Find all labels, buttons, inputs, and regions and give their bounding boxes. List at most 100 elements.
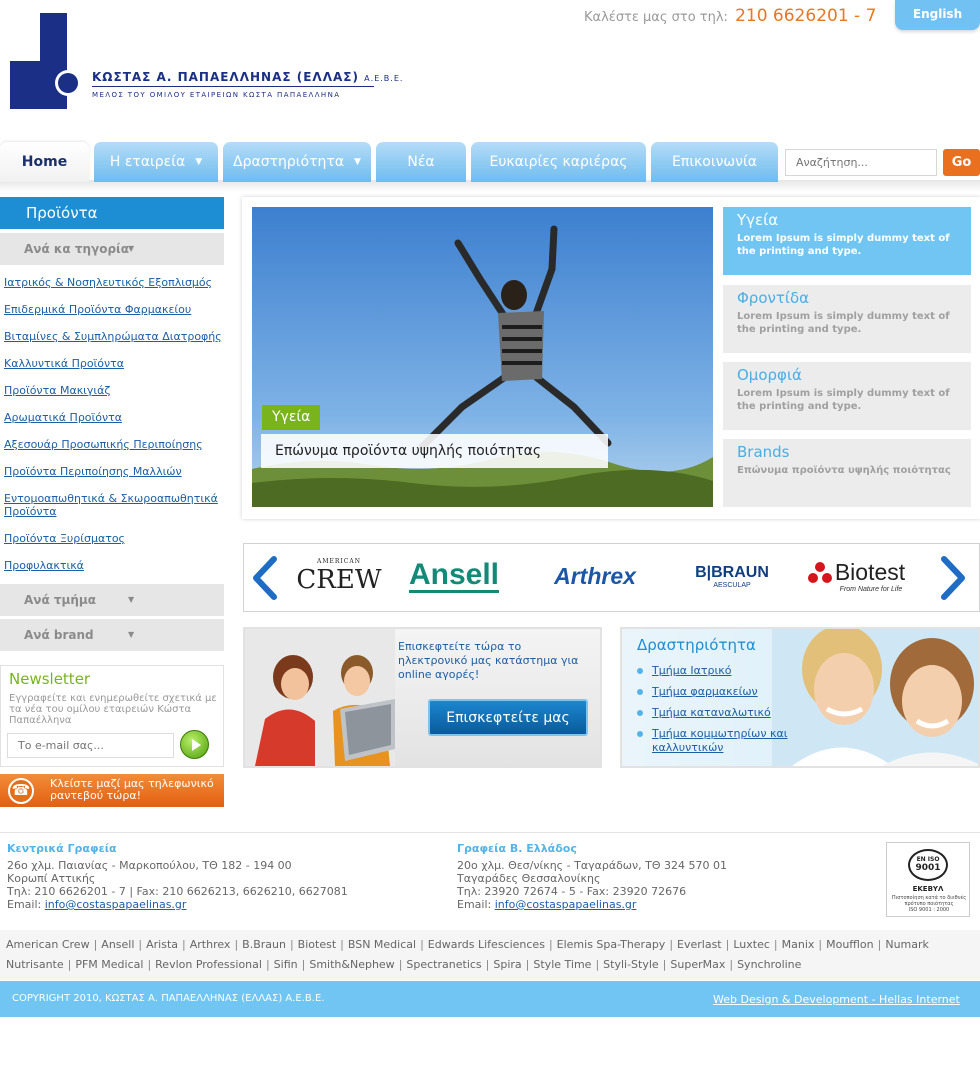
- filter-by-brand[interactable]: Ανά brand ▼: [0, 619, 224, 651]
- category-link[interactable]: Προϊόντα Ξυρίσματος: [4, 532, 125, 545]
- separator: |: [147, 958, 152, 971]
- email-label: Email:: [7, 898, 42, 911]
- category-link[interactable]: Βιταμίνες & Συμπληρώματα Διατροφής: [4, 330, 222, 343]
- email-label: Email:: [457, 898, 492, 911]
- feature-beauty[interactable]: Ομορφιά Lorem Ipsum is simply dummy text…: [723, 362, 971, 430]
- chevron-down-icon: ▼: [128, 244, 135, 253]
- footer-brand-link[interactable]: Nutrisante: [6, 958, 64, 971]
- footer-brand-link[interactable]: BSN Medical: [348, 938, 416, 951]
- arrow-left-icon[interactable]: [252, 556, 280, 600]
- tab-news-label: Νέα: [407, 154, 435, 170]
- list-item: Επιδερμικά Προϊόντα Φαρμακείου: [4, 303, 224, 316]
- visit-eshop-button[interactable]: Επισκεφτείτε μας: [428, 699, 588, 736]
- footer-brand-link[interactable]: Styli-Style: [603, 958, 659, 971]
- feature-desc: Lorem Ipsum is simply dummy text of the …: [737, 388, 950, 412]
- footer-brand-link[interactable]: Ansell: [101, 938, 134, 951]
- brand-logo-biotest[interactable]: Biotest From Nature for Life: [800, 548, 912, 604]
- footer-brand-link[interactable]: Numark: [885, 938, 929, 951]
- email-link[interactable]: info@costaspapaelinas.gr: [495, 898, 637, 911]
- arrow-right-icon[interactable]: [938, 556, 966, 600]
- footer-brand-link[interactable]: Spira: [493, 958, 521, 971]
- footer-brand-link[interactable]: Arista: [146, 938, 178, 951]
- email-field[interactable]: [7, 733, 174, 758]
- footer-brand-link[interactable]: Manix: [782, 938, 815, 951]
- filter-by-department[interactable]: Ανά τμήμα ▼: [0, 584, 224, 616]
- credit-link[interactable]: Web Design & Development - Hellas Intern…: [713, 993, 960, 1006]
- separator: |: [773, 938, 778, 951]
- footer-brand-link[interactable]: Biotest: [298, 938, 336, 951]
- category-link[interactable]: Καλλυντικά Προϊόντα: [4, 357, 124, 370]
- footer-brand-link[interactable]: B.Braun: [242, 938, 286, 951]
- feature-care[interactable]: Φροντίδα Lorem Ipsum is simply dummy tex…: [723, 285, 971, 353]
- newsletter-submit-button[interactable]: [180, 730, 209, 759]
- category-link[interactable]: Ιατρικός & Νοσηλευτικός Εξοπλισμός: [4, 276, 212, 289]
- language-button[interactable]: English: [895, 0, 980, 30]
- footer-brand-link[interactable]: Sifin: [274, 958, 298, 971]
- footer-brand-link[interactable]: Moufflon: [826, 938, 874, 951]
- separator: |: [398, 958, 403, 971]
- promo-text: Επισκεφτείτε τώρα το ηλεκτρονικό μας κατ…: [398, 640, 579, 681]
- filter-by-category[interactable]: Ανά κα τηγορία ▼: [0, 233, 224, 265]
- company-logo[interactable]: [10, 13, 82, 109]
- list-item: Αρωματικά Προϊόντα: [4, 411, 224, 424]
- brand-logo-ansell[interactable]: Ansell: [400, 548, 508, 604]
- category-link[interactable]: Προϊόντα Μακιγιάζ: [4, 384, 110, 397]
- activity-link[interactable]: Τμήμα Ιατρικό: [652, 664, 731, 677]
- footer-brand-link[interactable]: Luxtec: [733, 938, 770, 951]
- feature-title: Ομορφιά: [737, 366, 802, 384]
- tab-contact[interactable]: Επικοινωνία: [651, 142, 778, 182]
- search-button[interactable]: Go: [943, 149, 980, 176]
- footer-brand-link[interactable]: Arthrex: [190, 938, 231, 951]
- footer-brand-link[interactable]: Everlast: [677, 938, 722, 951]
- footer-brand-link[interactable]: SuperMax: [670, 958, 725, 971]
- footer-brand-link[interactable]: Spectranetics: [406, 958, 481, 971]
- brand-logo-american-crew[interactable]: AMERICAN CREW: [296, 548, 381, 604]
- category-link[interactable]: Επιδερμικά Προϊόντα Φαρμακείου: [4, 303, 191, 316]
- tab-activity[interactable]: Δραστηριότητα ▼: [223, 142, 371, 182]
- separator: |: [289, 938, 294, 951]
- activity-list: Τμήμα Ιατρικό Τμήμα φαρμακείων Τμήμα κατ…: [637, 664, 807, 762]
- feature-brands[interactable]: Brands Επώνυμα προϊόντα υψηλής ποιότητας: [723, 439, 971, 507]
- iso-text: Πιστοποίηση κατά το διεθνές πρότυπο ποιό…: [889, 895, 969, 913]
- category-link[interactable]: Αρωματικά Προϊόντα: [4, 411, 122, 424]
- category-link[interactable]: Αξεσουάρ Προσωπικής Περιποίησης: [4, 438, 203, 451]
- list-item: Αξεσουάρ Προσωπικής Περιποίησης: [4, 438, 224, 451]
- chevron-down-icon: ▼: [128, 595, 135, 604]
- email-link[interactable]: info@costaspapaelinas.gr: [45, 898, 187, 911]
- office-city: Ταγαράδες Θεσσαλονίκης: [457, 872, 601, 885]
- brand-logo-text: CREW: [296, 564, 382, 595]
- footer-brand-link[interactable]: Smith&Nephew: [309, 958, 394, 971]
- office-central: Κεντρικά Γραφεία 26ο χλμ. Παιανίας - Μαρ…: [7, 842, 348, 911]
- brand-logo-bbraun[interactable]: B|BRAUN AESCULAP: [682, 548, 782, 604]
- separator: |: [595, 958, 600, 971]
- search-input[interactable]: [785, 149, 937, 176]
- tab-contact-label: Επικοινωνία: [672, 154, 757, 170]
- footer-brand-link[interactable]: Elemis Spa-Therapy: [557, 938, 666, 951]
- activity-link[interactable]: Τμήμα καταναλωτικό: [652, 706, 771, 719]
- hero-label: Υγεία: [262, 405, 321, 430]
- activity-link[interactable]: Τμήμα φαρμακείων: [652, 685, 758, 698]
- activity-link[interactable]: Τμήμα κομμωτηρίων και καλλυντικών: [652, 727, 787, 754]
- feature-health[interactable]: Υγεία Lorem Ipsum is simply dummy text o…: [723, 207, 971, 275]
- list-item: Βιταμίνες & Συμπληρώματα Διατροφής: [4, 330, 224, 343]
- call-number: 210 6626201 - 7: [735, 6, 877, 26]
- category-link[interactable]: Εντομοαπωθητικά & Σκωροαπωθητικά Προϊόντ…: [4, 492, 218, 518]
- tab-home[interactable]: Home: [0, 142, 89, 182]
- tab-news[interactable]: Νέα: [376, 142, 466, 182]
- footer-brand-link[interactable]: PFM Medical: [75, 958, 143, 971]
- separator: |: [234, 938, 239, 951]
- footer-brand-link[interactable]: Style Time: [533, 958, 591, 971]
- footer-brand-link[interactable]: Revlon Professional: [155, 958, 262, 971]
- separator: |: [485, 958, 490, 971]
- tab-careers-label: Ευκαιρίες καριέρας: [489, 154, 628, 170]
- footer-brand-link[interactable]: American Crew: [6, 938, 90, 951]
- tab-company[interactable]: Η εταιρεία ▼: [94, 142, 218, 182]
- category-link[interactable]: Προφυλακτικά: [4, 559, 84, 572]
- tab-careers[interactable]: Ευκαιρίες καριέρας: [471, 142, 646, 182]
- chevron-down-icon: ▼: [128, 630, 135, 639]
- brand-logo-text: AESCULAP: [713, 581, 751, 589]
- footer-brand-link[interactable]: Synchroline: [737, 958, 801, 971]
- category-link[interactable]: Προϊόντα Περιποίησης Μαλλιών: [4, 465, 182, 478]
- brand-logo-arthrex[interactable]: Arthrex: [530, 548, 660, 604]
- footer-brand-link[interactable]: Edwards Lifesciences: [428, 938, 545, 951]
